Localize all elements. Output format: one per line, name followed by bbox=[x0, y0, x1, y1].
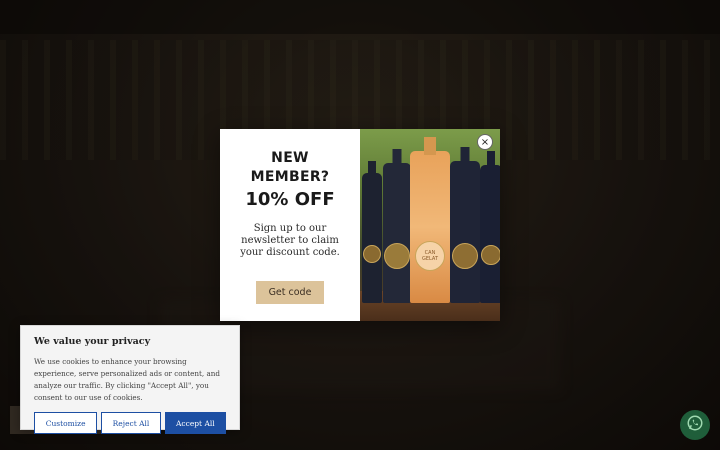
wine-bottle bbox=[450, 147, 480, 303]
popup-heading: NEW MEMBER? bbox=[251, 149, 330, 187]
cookie-buttons: Customize Reject All Accept All bbox=[34, 412, 226, 434]
close-icon[interactable]: × bbox=[477, 134, 493, 150]
customize-button[interactable]: Customize bbox=[34, 412, 98, 434]
cookie-title: We value your privacy bbox=[34, 336, 151, 347]
popup-heading-line2: MEMBER? bbox=[250, 169, 330, 185]
popup-content: NEW MEMBER? 10% OFF Sign up to our newsl… bbox=[220, 129, 360, 321]
wine-bottle bbox=[362, 161, 382, 303]
cookie-consent-banner: We value your privacy We use cookies to … bbox=[20, 325, 240, 434]
newsletter-popup: NEW MEMBER? 10% OFF Sign up to our newsl… bbox=[220, 129, 500, 321]
reject-all-button[interactable]: Reject All bbox=[101, 412, 161, 434]
wine-bottle bbox=[480, 151, 500, 303]
wine-bottle bbox=[383, 149, 411, 303]
cookie-description: We use cookies to enhance your browsing … bbox=[34, 357, 220, 402]
whatsapp-icon bbox=[686, 414, 704, 436]
accept-all-button[interactable]: Accept All bbox=[164, 412, 226, 434]
popup-body-text: Sign up to our newsletter to claim your … bbox=[240, 223, 340, 258]
popup-heading-line1: NEW bbox=[271, 150, 309, 166]
popup-discount: 10% OFF bbox=[245, 189, 335, 210]
get-code-button[interactable]: Get code bbox=[256, 281, 324, 304]
whatsapp-button[interactable] bbox=[680, 410, 710, 440]
popup-bottles-image: CAN GELAT × bbox=[360, 129, 500, 321]
rose-wine-bottle: CAN GELAT bbox=[410, 137, 450, 303]
